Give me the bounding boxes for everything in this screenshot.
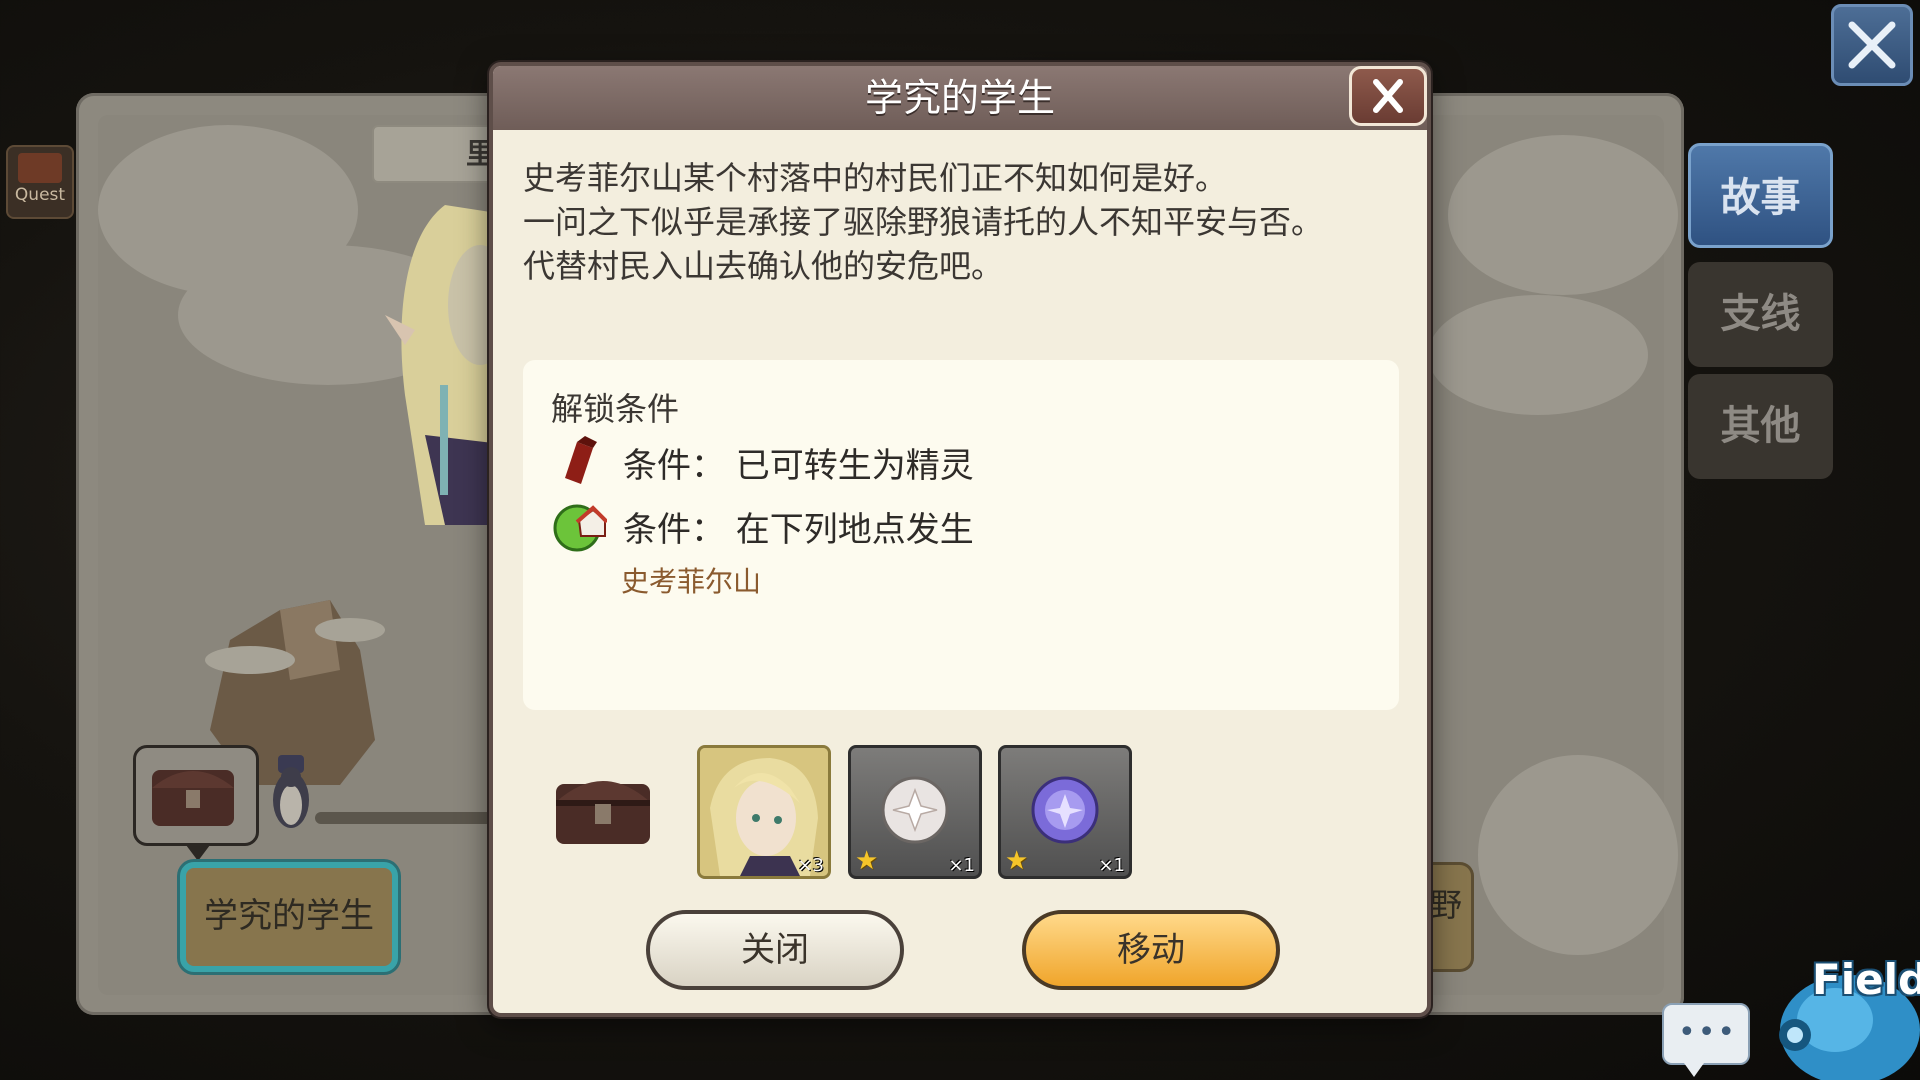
description-line: 一问之下似乎是承接了驱除野狼请托的人不知平安与否。	[523, 203, 1324, 241]
star-rating-icon: ★	[1005, 846, 1029, 876]
tab-other-label: 其他	[1720, 403, 1801, 449]
book-icon	[565, 436, 597, 484]
map-chest-bubble[interactable]	[133, 745, 259, 861]
field-label: Field	[1812, 955, 1920, 1004]
tab-story[interactable]: 故事	[1688, 143, 1833, 248]
move-button[interactable]: 移动	[1022, 910, 1280, 990]
reward-elf-character[interactable]: ×3	[697, 745, 831, 879]
close-icon	[1373, 79, 1403, 113]
tab-story-label: 故事	[1720, 175, 1801, 221]
quest-label: Quest	[14, 185, 66, 205]
quest-dialog: 学究的学生 史考菲尔山某个村落中的村民们正不知如何是好。 一问之下似乎是承接了驱…	[489, 62, 1431, 1017]
close-button[interactable]: 关闭	[646, 910, 904, 990]
close-icon	[1848, 21, 1896, 69]
penguin-npc-icon	[273, 755, 309, 828]
unlock-conditions-panel: 解锁条件 条件： 已可转生为精灵 条件： 在下列地点发生 史考菲尔山	[523, 360, 1399, 710]
condition-text: 条件： 已可转生为精灵	[623, 446, 974, 486]
reward-white-orb[interactable]: ★ ×1	[848, 745, 982, 879]
location-icon	[553, 504, 607, 552]
map-top-tab[interactable]: 里	[372, 125, 502, 183]
condition-text: 条件： 在下列地点发生	[623, 510, 974, 550]
cloud-decoration	[1478, 755, 1678, 955]
unlock-heading: 解锁条件	[551, 390, 680, 428]
cloud-decoration	[1448, 135, 1678, 295]
map-node-label: 学究的学生	[204, 896, 374, 936]
quest-icon	[18, 153, 62, 183]
quest-description: 史考菲尔山某个村落中的村民们正不知如何是好。 一问之下似乎是承接了驱除野狼请托的…	[523, 156, 1403, 288]
quest-button[interactable]: Quest	[6, 145, 74, 219]
close-button-label: 关闭	[741, 930, 809, 970]
tab-side-quest-label: 支线	[1720, 291, 1801, 337]
dialog-close-button[interactable]	[1349, 66, 1427, 126]
dialog-title: 学究的学生	[864, 76, 1055, 120]
tab-side-quest[interactable]: 支线	[1688, 262, 1833, 367]
cloud-decoration	[1428, 295, 1648, 415]
map-path	[315, 812, 495, 824]
reward-qty: ×1	[1098, 855, 1125, 876]
condition-location: 史考菲尔山	[621, 565, 762, 598]
treasure-chest-icon	[556, 781, 650, 844]
chat-dots-icon: •••	[1678, 1015, 1738, 1050]
condition-row: 条件： 已可转生为精灵	[551, 434, 1371, 488]
reward-qty: ×1	[948, 855, 975, 876]
close-screen-button[interactable]	[1831, 4, 1913, 86]
chat-button[interactable]: •••	[1662, 1003, 1750, 1077]
treasure-chest-icon	[152, 770, 234, 826]
move-button-label: 移动	[1117, 930, 1185, 970]
description-line: 代替村民入山去确认他的安危吧。	[523, 247, 1004, 285]
condition-row: 条件： 在下列地点发生	[551, 498, 1371, 552]
tab-other[interactable]: 其他	[1688, 374, 1833, 479]
description-line: 史考菲尔山某个村落中的村民们正不知如何是好。	[523, 159, 1228, 197]
map-node-partial[interactable]: 野	[1428, 862, 1474, 972]
map-node-scholar-student[interactable]: 学究的学生	[180, 862, 398, 972]
star-rating-icon: ★	[855, 846, 879, 876]
map-node-partial-label: 野	[1430, 886, 1463, 924]
reward-qty: ×3	[797, 855, 824, 876]
reward-purple-orb[interactable]: ★ ×1	[998, 745, 1132, 879]
